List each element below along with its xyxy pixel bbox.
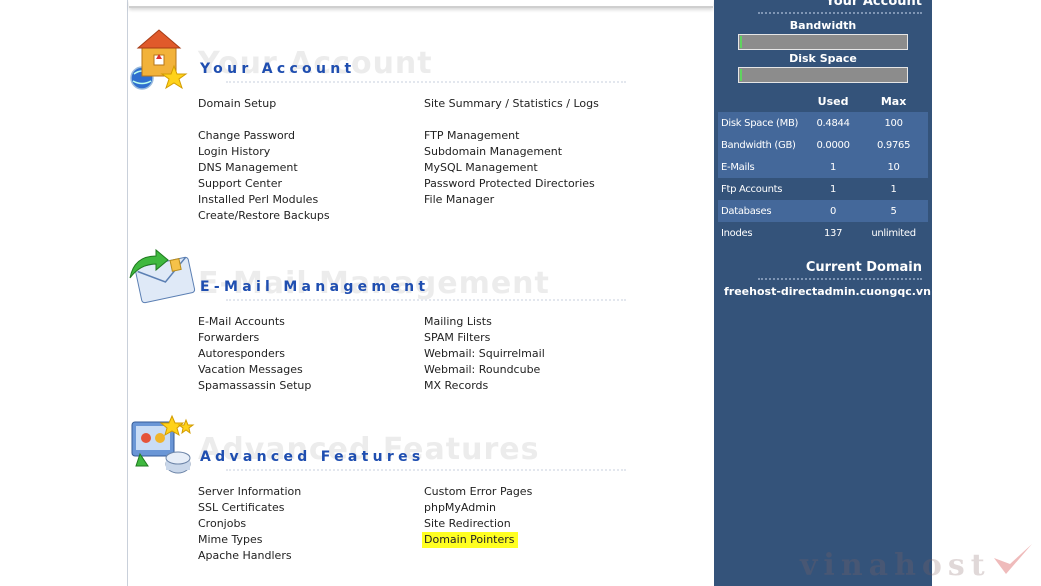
- usage-stats-table: Used Max Disk Space (MB) 0.4844 100 Band…: [718, 90, 928, 244]
- section-title: Advanced Features: [200, 449, 425, 465]
- link-mime-types[interactable]: Mime Types: [198, 533, 263, 547]
- link-ssl-certificates[interactable]: SSL Certificates: [198, 501, 284, 515]
- stat-max: 0.9765: [859, 134, 928, 156]
- section-title: E-Mail Management: [200, 279, 430, 295]
- link-phpmyadmin[interactable]: phpMyAdmin: [424, 501, 496, 515]
- link-forwarders[interactable]: Forwarders: [198, 331, 259, 345]
- link-dns-management[interactable]: DNS Management: [198, 161, 298, 175]
- used-header: Used: [817, 94, 849, 108]
- link-server-information[interactable]: Server Information: [198, 485, 301, 499]
- link-subdomain-management[interactable]: Subdomain Management: [424, 145, 562, 159]
- link-domain-setup[interactable]: Domain Setup: [198, 97, 276, 111]
- stat-max: 5: [859, 200, 928, 222]
- link-autoresponders[interactable]: Autoresponders: [198, 347, 285, 361]
- bandwidth-label: Bandwidth: [789, 19, 857, 32]
- link-password-protected-dirs[interactable]: Password Protected Directories: [424, 177, 595, 191]
- sidebar-divider: [758, 12, 922, 14]
- stats-row: Disk Space (MB) 0.4844 100: [718, 112, 928, 134]
- stat-max: unlimited: [871, 227, 916, 239]
- stat-label: Inodes: [721, 227, 753, 239]
- link-file-manager[interactable]: File Manager: [424, 193, 494, 207]
- link-domain-pointers[interactable]: Domain Pointers: [422, 532, 518, 548]
- stat-label: E-Mails: [718, 156, 807, 178]
- link-mysql-management[interactable]: MySQL Management: [424, 161, 538, 175]
- link-perl-modules[interactable]: Installed Perl Modules: [198, 193, 318, 207]
- advanced-tools-icon: [131, 414, 195, 474]
- stats-row: E-Mails 1 10: [718, 156, 928, 178]
- link-webmail-roundcube[interactable]: Webmail: Roundcube: [424, 363, 540, 377]
- account-sidebar: Your Account Bandwidth Disk Space Used M…: [714, 0, 932, 586]
- current-domain-title: Current Domain: [805, 260, 922, 275]
- stat-label: Databases: [718, 200, 807, 222]
- section-divider: [226, 299, 626, 303]
- stat-max: 100: [859, 112, 928, 134]
- sidebar-account-title: Your Account: [825, 0, 922, 9]
- link-support-center[interactable]: Support Center: [198, 177, 282, 191]
- disk-space-label: Disk Space: [789, 52, 857, 65]
- stat-label: Bandwidth (GB): [718, 134, 807, 156]
- stat-used: 137: [823, 227, 843, 239]
- max-header: Max: [880, 94, 907, 108]
- stat-used: 0.0000: [807, 134, 860, 156]
- stats-row: Bandwidth (GB) 0.0000 0.9765: [718, 134, 928, 156]
- sidebar-divider: [758, 278, 922, 280]
- main-content: Your Account Your Account Domain Setup C…: [128, 0, 714, 586]
- link-custom-error-pages[interactable]: Custom Error Pages: [424, 485, 532, 499]
- link-create-restore-backups[interactable]: Create/Restore Backups: [198, 209, 330, 223]
- link-ftp-management[interactable]: FTP Management: [424, 129, 519, 143]
- link-site-summary[interactable]: Site Summary / Statistics / Logs: [424, 97, 599, 111]
- stat-max: 1: [890, 183, 897, 195]
- stats-row: Databases 0 5: [718, 200, 928, 222]
- link-email-accounts[interactable]: E-Mail Accounts: [198, 315, 285, 329]
- link-apache-handlers[interactable]: Apache Handlers: [198, 549, 292, 563]
- link-mailing-lists[interactable]: Mailing Lists: [424, 315, 492, 329]
- envelope-icon: [129, 248, 196, 304]
- vinahost-watermark: vinahost: [800, 548, 991, 583]
- stat-max: 10: [859, 156, 928, 178]
- stats-row: Ftp Accounts 1 1: [718, 178, 928, 200]
- bandwidth-usage-fill: [740, 36, 742, 48]
- bandwidth-usage-bar: [738, 34, 908, 50]
- section-title: Your Account: [200, 61, 356, 77]
- stat-used: 0: [807, 200, 860, 222]
- link-site-redirection[interactable]: Site Redirection: [424, 517, 511, 531]
- link-cronjobs[interactable]: Cronjobs: [198, 517, 246, 531]
- stat-used: 1: [830, 183, 837, 195]
- stat-label: Disk Space (MB): [718, 112, 807, 134]
- section-divider: [226, 81, 626, 85]
- stat-label: Ftp Accounts: [721, 183, 783, 195]
- disk-usage-bar: [738, 67, 908, 83]
- house-icon: [130, 29, 188, 90]
- link-mx-records[interactable]: MX Records: [424, 379, 488, 393]
- stats-row: Inodes 137 unlimited: [718, 222, 928, 244]
- link-login-history[interactable]: Login History: [198, 145, 270, 159]
- disk-usage-fill: [740, 69, 742, 81]
- checkmark-logo-icon: [994, 544, 1032, 574]
- link-webmail-squirrelmail[interactable]: Webmail: Squirrelmail: [424, 347, 545, 361]
- link-change-password[interactable]: Change Password: [198, 129, 295, 143]
- current-domain-value[interactable]: freehost-directadmin.cuongqc.vn: [724, 285, 931, 298]
- link-vacation-messages[interactable]: Vacation Messages: [198, 363, 303, 377]
- link-spamassassin-setup[interactable]: Spamassassin Setup: [198, 379, 311, 393]
- stat-used: 0.4844: [807, 112, 860, 134]
- link-spam-filters[interactable]: SPAM Filters: [424, 331, 490, 345]
- stat-used: 1: [807, 156, 860, 178]
- stats-header-row: Used Max: [718, 90, 928, 112]
- section-divider: [226, 469, 626, 473]
